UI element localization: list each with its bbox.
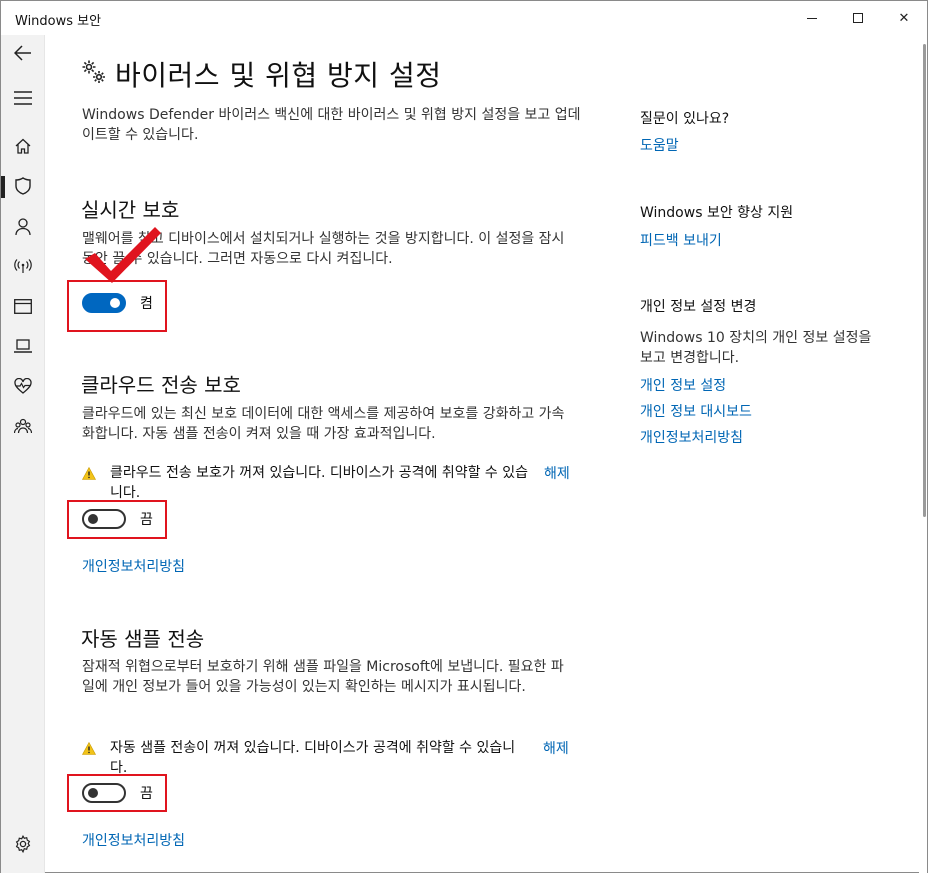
cloud-privacy-link[interactable]: 개인정보처리방침 <box>82 556 185 576</box>
check-mark-icon <box>81 223 163 291</box>
highlight-box-cloud <box>67 500 167 539</box>
maximize-button[interactable] <box>835 1 881 35</box>
active-indicator <box>1 176 5 198</box>
realtime-heading: 실시간 보호 <box>81 198 180 222</box>
laptop-icon[interactable] <box>11 334 35 358</box>
cloud-description: 클라우드에 있는 최신 보호 데이터에 대한 액세스를 제공하여 보호를 강화하… <box>82 406 565 442</box>
shield-icon[interactable] <box>11 174 35 198</box>
privacy-settings-link[interactable]: 개인 정보 설정 <box>640 375 726 395</box>
gears-icon <box>81 59 107 89</box>
window-title: Windows 보안 <box>15 14 102 29</box>
privacy-description: Windows 10 장치의 개인 정보 설정을 보고 변경합니다. <box>640 330 872 366</box>
question-heading: 질문이 있나요? <box>640 111 730 127</box>
feedback-link[interactable]: 피드백 보내기 <box>640 230 722 250</box>
cloud-warning: 클라우드 전송 보호가 꺼져 있습니다. 디바이스가 공격에 취약할 수 있습니… <box>81 463 530 503</box>
back-icon[interactable] <box>11 41 35 65</box>
page-title-text: 바이러스 및 위협 방지 설정 <box>115 59 442 92</box>
page-title: 바이러스 및 위협 방지 설정 <box>81 54 441 94</box>
cloud-heading: 클라우드 전송 보호 <box>81 373 241 397</box>
sample-heading: 자동 샘플 전송 <box>81 627 205 651</box>
cloud-warning-text: 클라우드 전송 보호가 꺼져 있습니다. 디바이스가 공격에 취약할 수 있습니… <box>110 465 529 501</box>
windows-security-window: Windows 보안 ✕ 바이러스 및 위협 방지 설정 Windows Def… <box>0 0 928 873</box>
sample-description: 잠재적 위협으로부터 보호하기 위해 샘플 파일을 Microsoft에 보냅니… <box>82 659 564 695</box>
person-icon[interactable] <box>11 214 35 238</box>
page-description: Windows Defender 바이러스 백신에 대한 바이러스 및 위협 방… <box>82 107 581 143</box>
home-icon[interactable] <box>11 134 35 158</box>
warning-icon <box>81 738 97 778</box>
warning-icon <box>81 463 97 503</box>
heart-icon[interactable] <box>11 374 35 398</box>
settings-icon[interactable] <box>11 832 35 856</box>
improve-heading: Windows 보안 향상 지원 <box>640 205 794 221</box>
privacy-policy-link[interactable]: 개인정보처리방침 <box>640 427 743 447</box>
close-button[interactable]: ✕ <box>881 1 927 35</box>
privacy-dashboard-link[interactable]: 개인 정보 대시보드 <box>640 401 752 421</box>
minimize-button[interactable] <box>789 1 835 35</box>
family-icon[interactable] <box>11 414 35 438</box>
cloud-dismiss-link[interactable]: 해제 <box>544 463 570 483</box>
scrollbar-thumb[interactable] <box>923 44 926 517</box>
wireless-icon[interactable] <box>11 254 35 278</box>
sample-warning-text: 자동 샘플 전송이 꺼져 있습니다. 디바이스가 공격에 취약할 수 있습니다. <box>110 740 516 776</box>
minimize-icon <box>807 17 817 19</box>
privacy-heading: 개인 정보 설정 변경 <box>640 299 757 315</box>
menu-icon[interactable] <box>11 86 35 110</box>
help-link[interactable]: 도움말 <box>640 135 679 155</box>
sample-privacy-link[interactable]: 개인정보처리방침 <box>82 830 185 850</box>
sample-warning: 자동 샘플 전송이 꺼져 있습니다. 디바이스가 공격에 취약할 수 있습니다. <box>81 738 530 778</box>
app-browser-icon[interactable] <box>11 294 35 318</box>
title-bar: Windows 보안 ✕ <box>1 1 927 35</box>
highlight-box-sample <box>67 774 167 812</box>
sample-dismiss-link[interactable]: 해제 <box>543 738 569 758</box>
maximize-icon <box>853 13 863 23</box>
left-nav <box>1 35 45 873</box>
